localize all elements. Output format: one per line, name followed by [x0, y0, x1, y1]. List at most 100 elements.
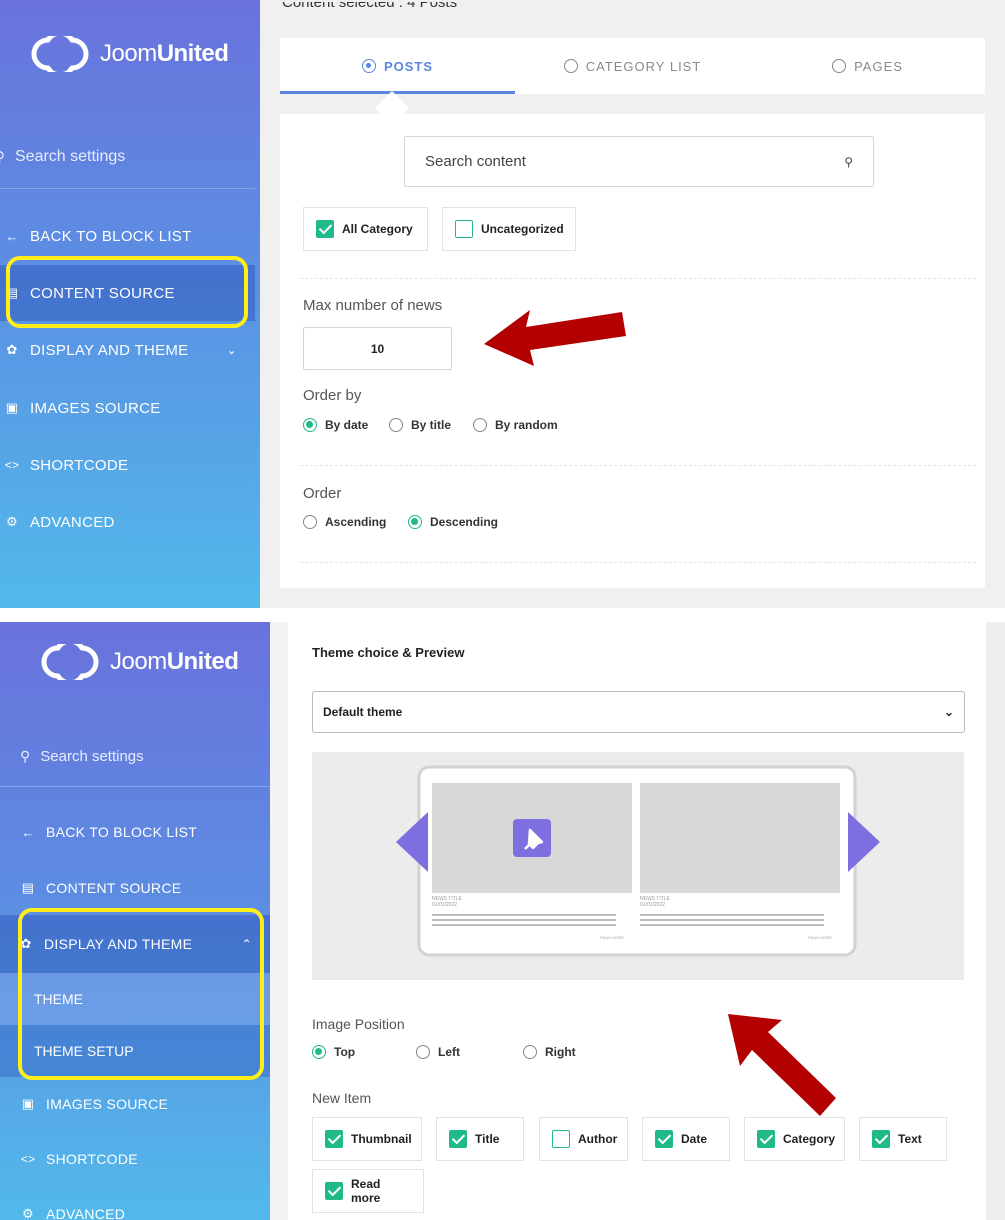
logo-text-prefix: Joom	[110, 648, 167, 675]
chevron-down-icon: ⌄	[943, 705, 954, 719]
option-label: Descending	[430, 515, 499, 529]
preview-read-more: READ MORE	[600, 935, 625, 940]
content-selected-label: Content selected : 4 Posts	[282, 2, 457, 18]
sidebar-item-label: SHORTCODE	[30, 456, 129, 474]
theme-select[interactable]: Default theme ⌄	[312, 691, 965, 733]
category-label: Uncategorized	[481, 222, 564, 236]
gear-icon: ⚙	[22, 1206, 34, 1220]
tab-posts[interactable]: POSTS	[280, 38, 515, 94]
new-item-label: New Item	[312, 1090, 372, 1106]
category-label: All Category	[342, 222, 413, 236]
sidebar-item-advanced[interactable]: ⚙ ADVANCED	[0, 1186, 270, 1220]
preview-news-title: NEWS TITLE 01/01/2022	[640, 896, 670, 908]
image-icon: ▣	[21, 1096, 35, 1111]
content-tabs: POSTS CATEGORY LIST PAGES	[280, 38, 985, 94]
search-content-placeholder: Search content	[425, 153, 526, 170]
sidebar-item-images-source[interactable]: ▣ IMAGES SOURCE	[0, 1076, 270, 1132]
option-label: Thumbnail	[351, 1132, 412, 1146]
logo-rings-icon	[41, 644, 99, 680]
sidebar-item-label: SHORTCODE	[46, 1151, 138, 1167]
sidebar-item-images-source[interactable]: ▣ IMAGES SOURCE	[0, 380, 255, 436]
search-content-input[interactable]: Search content ⚲	[404, 136, 874, 187]
scroll-gutter	[986, 622, 1005, 1220]
radio-checked-icon	[312, 1045, 326, 1059]
option-label: Top	[334, 1045, 356, 1059]
max-news-input[interactable]: 10	[303, 327, 452, 370]
category-uncategorized[interactable]: Uncategorized	[442, 207, 576, 251]
option-label: By date	[325, 418, 369, 432]
checkbox-checked-icon	[449, 1130, 467, 1148]
checkbox-checked-icon	[316, 220, 334, 238]
code-icon: <>	[20, 1152, 36, 1166]
checkbox-checked-icon	[655, 1130, 673, 1148]
new-item-thumbnail[interactable]: Thumbnail	[312, 1117, 422, 1161]
sidebar-item-advanced[interactable]: ⚙ ADVANCED	[0, 494, 255, 550]
option-label: Left	[438, 1045, 460, 1059]
sidebar-item-label: CONTENT SOURCE	[46, 880, 182, 896]
sidebar-item-shortcode[interactable]: <> SHORTCODE	[0, 1131, 270, 1187]
order-by-random[interactable]: By random	[473, 418, 558, 432]
new-item-author[interactable]: Author	[539, 1117, 628, 1161]
preview-thumbnail	[640, 783, 840, 893]
option-label: Category	[783, 1132, 836, 1146]
image-position-right[interactable]: Right	[523, 1045, 576, 1059]
radio-checked-icon	[408, 515, 422, 529]
order-ascending[interactable]: Ascending	[303, 515, 386, 529]
sidebar-item-back[interactable]: ← BACK TO BLOCK LIST	[0, 804, 270, 860]
option-label: Text	[898, 1132, 922, 1146]
radio-icon	[389, 418, 403, 432]
checkbox-icon	[455, 220, 473, 238]
radio-icon	[303, 515, 317, 529]
new-item-title[interactable]: Title	[436, 1117, 524, 1161]
order-by-date[interactable]: By date	[303, 418, 368, 432]
highlight-box	[6, 256, 248, 328]
palette-icon: ✿	[6, 342, 18, 357]
option-label: By random	[495, 418, 558, 432]
option-label: Ascending	[325, 515, 387, 529]
image-position-left[interactable]: Left	[416, 1045, 460, 1059]
new-item-text[interactable]: Text	[859, 1117, 947, 1161]
tab-label: CATEGORY LIST	[585, 58, 702, 74]
option-label: Author	[578, 1132, 618, 1146]
tab-pages[interactable]: PAGES	[750, 38, 985, 94]
joomunited-logo: JoomUnited	[28, 36, 229, 72]
divider	[0, 786, 270, 787]
new-item-date[interactable]: Date	[642, 1117, 730, 1161]
theme-preview: NEWS TITLE 01/01/2022 NEWS TITLE 01/01/202…	[312, 752, 964, 980]
preview-date-text: 01/01/2022	[432, 902, 458, 908]
sidebar-item-label: ADVANCED	[46, 1206, 126, 1220]
red-arrow-annotation	[484, 310, 626, 366]
arrow-left-icon: ←	[21, 824, 35, 840]
radio-icon	[361, 59, 376, 73]
order-label: Order	[303, 485, 342, 502]
new-item-category[interactable]: Category	[744, 1117, 845, 1161]
checkbox-checked-icon	[325, 1130, 343, 1148]
sidebar-search[interactable]: ⚲ Search settings	[0, 148, 125, 166]
sidebar-item-shortcode[interactable]: <> SHORTCODE	[0, 437, 255, 493]
sidebar-search[interactable]: ⚲ Search settings	[20, 748, 144, 765]
tab-category-list[interactable]: CATEGORY LIST	[515, 38, 750, 94]
new-item-read-more[interactable]: Read more	[312, 1169, 424, 1213]
order-descending[interactable]: Descending	[408, 515, 498, 529]
sidebar-item-label: DISPLAY AND THEME	[30, 341, 189, 359]
sidebar-item-label: IMAGES SOURCE	[46, 1096, 169, 1112]
image-position-top[interactable]: Top	[312, 1045, 355, 1059]
logo-text-suffix: United	[166, 648, 239, 675]
image-icon: ▣	[5, 400, 19, 415]
max-news-label: Max number of news	[303, 297, 443, 314]
sidebar-item-display-theme[interactable]: ✿ DISPLAY AND THEME ⌄	[0, 322, 255, 378]
sidebar: JoomUnited ⚲ Search settings ← BACK TO B…	[0, 0, 260, 608]
radio-checked-icon	[303, 418, 317, 432]
category-all[interactable]: All Category	[303, 207, 428, 251]
sidebar-item-label: IMAGES SOURCE	[30, 399, 161, 417]
divider	[300, 465, 976, 466]
option-label: By title	[411, 418, 452, 432]
arrow-left-icon: ←	[5, 228, 19, 244]
chevron-down-icon: ⌄	[226, 343, 237, 357]
option-label: Date	[681, 1132, 708, 1146]
preview-news-title: NEWS TITLE 01/01/2022	[432, 896, 462, 908]
next-arrow-icon	[848, 812, 880, 872]
logo-text-suffix: United	[156, 40, 229, 67]
order-by-title[interactable]: By title	[389, 418, 451, 432]
checkbox-checked-icon	[757, 1130, 775, 1148]
